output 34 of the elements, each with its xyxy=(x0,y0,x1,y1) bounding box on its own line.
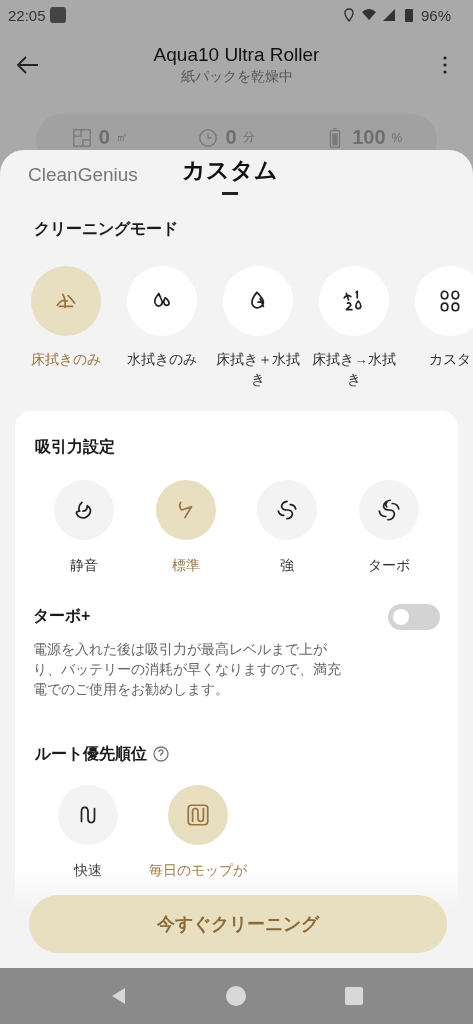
mode-button[interactable] xyxy=(415,266,473,336)
help-icon[interactable] xyxy=(153,746,169,763)
mode-label: 床拭き＋水拭き xyxy=(215,351,301,389)
clock-icon xyxy=(197,126,220,149)
mode-label: カスタ xyxy=(428,351,472,369)
suction-label: 静音 xyxy=(68,557,99,576)
framed-route-icon xyxy=(185,801,211,828)
mode-label: 水拭きのみ xyxy=(126,351,198,369)
route-label: 快速 xyxy=(72,861,103,880)
section-title: クリーニングモード xyxy=(33,219,179,239)
toggle-switch[interactable] xyxy=(388,603,440,630)
route-label: 毎日のモップが xyxy=(148,861,248,880)
suction-label: 標準 xyxy=(170,557,201,576)
setting-description: 電源を入れた後は吸引力が最高レベルまで上がり、バッテリーの消耗が早くなりますので、満充電でのご使用をお勧めします。 xyxy=(33,640,342,699)
stat-unit: % xyxy=(391,130,403,145)
tab[interactable]: カスタム xyxy=(181,155,278,192)
mode-label: 床拭き→水拭き xyxy=(311,351,397,389)
device-title: Aqua10 Ultra Roller xyxy=(153,44,320,66)
section-title: 吸引力設定 xyxy=(34,437,116,458)
tab[interactable]: CleanGenius xyxy=(28,164,138,192)
suction-label: 強 xyxy=(279,557,296,576)
suction-label: ターボ xyxy=(367,557,412,576)
setting-label: ターボ+ xyxy=(33,606,91,627)
app-notification-icon xyxy=(49,7,66,23)
clock-time: 22:05 xyxy=(8,6,46,24)
stat-unit: ㎡ xyxy=(115,129,128,146)
device-status: 紙パックを乾燥中 xyxy=(180,68,293,86)
floor-plan-icon xyxy=(70,126,93,149)
section-title: ルート優先順位 xyxy=(34,743,147,764)
mode-label: 床拭きのみ xyxy=(30,351,102,369)
start-cleaning-button[interactable]: 今すぐクリーニング xyxy=(29,895,447,953)
battery-percent: 96% xyxy=(420,6,451,24)
recents-icon[interactable] xyxy=(343,985,366,1007)
home-icon[interactable] xyxy=(225,985,248,1007)
